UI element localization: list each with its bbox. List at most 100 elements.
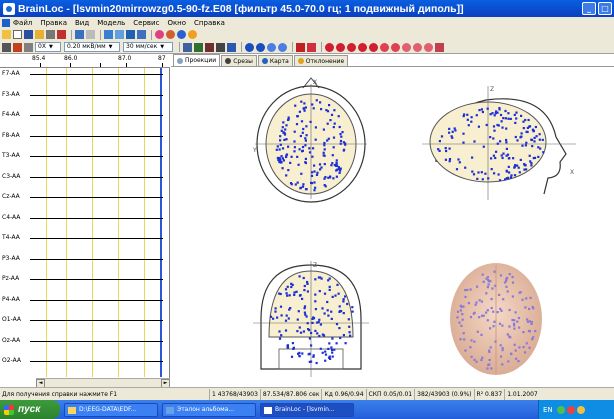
rewind-icon[interactable]: [245, 42, 254, 52]
taskbar-item-brainloc[interactable]: BrainLoc - [lsvmin...: [260, 402, 354, 417]
dipole-point: [337, 115, 340, 118]
window-icon[interactable]: [104, 30, 113, 39]
horizontal-scrollbar[interactable]: ◄ ►: [36, 378, 170, 388]
menu-model[interactable]: Модель: [97, 19, 125, 27]
zoom-out-icon[interactable]: [205, 42, 214, 52]
minimize-button[interactable]: _: [582, 2, 596, 15]
copy-icon[interactable]: [86, 30, 95, 39]
globe-icon[interactable]: [177, 30, 186, 39]
rotate-down-icon[interactable]: [358, 42, 367, 52]
print-preview-icon[interactable]: [75, 30, 84, 39]
language-indicator[interactable]: EN: [543, 406, 553, 414]
layout-icon[interactable]: [115, 30, 124, 39]
dipole-point: [306, 322, 309, 325]
zoom-icon[interactable]: [2, 42, 11, 52]
print-icon[interactable]: [46, 30, 55, 39]
dipole-point: [291, 342, 294, 345]
view-front-icon[interactable]: [380, 42, 389, 52]
maximize-button[interactable]: □: [598, 2, 612, 15]
dipole-point: [318, 163, 322, 166]
folder-icon[interactable]: [35, 30, 44, 39]
channel-row[interactable]: T3-AA: [0, 150, 170, 163]
dipole-point: [272, 317, 275, 320]
target-icon[interactable]: [188, 30, 197, 39]
menu-service[interactable]: Сервис: [133, 19, 159, 27]
marker-icon[interactable]: [296, 42, 305, 52]
tab-map[interactable]: Карта: [257, 55, 293, 66]
sort-icon[interactable]: [216, 42, 225, 52]
document-icon[interactable]: [2, 18, 10, 27]
antivirus-icon[interactable]: [566, 405, 575, 414]
coronal-projection-view[interactable]: Z: [251, 259, 371, 379]
brain-3d-view[interactable]: [446, 259, 546, 379]
save-icon[interactable]: [24, 30, 33, 39]
channel-row[interactable]: Cz-AA: [0, 191, 170, 204]
export-icon[interactable]: [57, 30, 66, 39]
channel-row[interactable]: P3-AA: [0, 253, 170, 266]
axial-projection-view[interactable]: X Y: [251, 74, 371, 204]
dipole-point: [348, 331, 351, 334]
view-top-icon[interactable]: [424, 42, 433, 52]
dipole-point: [336, 283, 339, 286]
view-back-icon[interactable]: [391, 42, 400, 52]
menu-edit[interactable]: Правка: [40, 19, 67, 27]
new-file-icon[interactable]: [13, 30, 22, 39]
menu-window[interactable]: Окно: [167, 19, 186, 27]
menu-file[interactable]: Файл: [13, 19, 32, 27]
speed-combo[interactable]: 30 мм/сек ▼: [123, 42, 173, 52]
network-icon[interactable]: [556, 405, 565, 414]
sensitivity-combo[interactable]: 0.20 мкВ/мм ▼: [64, 42, 120, 52]
dipole-point: [309, 120, 312, 123]
view-right-icon[interactable]: [413, 42, 422, 52]
dipole-icon[interactable]: [183, 42, 192, 52]
offset-combo[interactable]: 0X ▼: [35, 42, 61, 52]
channel-row[interactable]: C3-AA: [0, 171, 170, 184]
back-icon[interactable]: [256, 42, 265, 52]
tab-deviation[interactable]: Отклонение: [293, 55, 349, 66]
cursor-icon[interactable]: [307, 42, 316, 52]
channel-row[interactable]: T4-AA: [0, 232, 170, 245]
start-button[interactable]: пуск: [0, 400, 60, 419]
channel-row[interactable]: F4-AA: [0, 109, 170, 122]
open-folder-icon[interactable]: [2, 30, 11, 39]
grid-icon[interactable]: [126, 30, 135, 39]
channel-row[interactable]: Pz-AA: [0, 273, 170, 286]
tab-projections[interactable]: Проекции: [173, 54, 221, 66]
tab-slices[interactable]: Срезы: [221, 55, 257, 66]
channel-row[interactable]: F3-AA: [0, 89, 170, 102]
title-bar[interactable]: BrainLoc - [lsvmin20mirrowzg0.5-90-fz.E0…: [0, 0, 614, 17]
dipole-point: [319, 276, 322, 279]
taskbar-item-folder[interactable]: D:\EEG-DATA\EDF...: [64, 402, 158, 417]
sagittal-projection-view[interactable]: Z X: [416, 82, 586, 202]
menu-view[interactable]: Вид: [75, 19, 89, 27]
reset-view-icon[interactable]: [435, 42, 444, 52]
channel-row[interactable]: O2-AA: [0, 355, 170, 368]
channel-row[interactable]: F8-AA: [0, 130, 170, 143]
spin-icon[interactable]: [369, 42, 378, 52]
forward-icon[interactable]: [278, 42, 287, 52]
view-left-icon[interactable]: [402, 42, 411, 52]
dipole-point: [335, 162, 338, 165]
rotate-right-icon[interactable]: [336, 42, 345, 52]
filter-icon[interactable]: [227, 42, 236, 52]
volume-icon[interactable]: [576, 405, 585, 414]
eeg-trace-panel[interactable]: 85.4 86.0 87.0 87 F7-AA F3-AA F4-AA F8-AA T3…: [0, 54, 170, 388]
zoom-in-icon[interactable]: [194, 42, 203, 52]
channel-row[interactable]: C4-AA: [0, 212, 170, 225]
channel-row[interactable]: O1-AA: [0, 314, 170, 327]
taskbar-item-album[interactable]: Эталон альбома...: [162, 402, 256, 417]
key-icon[interactable]: [24, 42, 33, 52]
channel-row[interactable]: Oz-AA: [0, 335, 170, 348]
channel-row[interactable]: F7-AA: [0, 68, 170, 81]
dipole-point: [274, 310, 277, 313]
rotate-up-icon[interactable]: [347, 42, 356, 52]
play-icon[interactable]: [267, 42, 276, 52]
menu-help[interactable]: Справка: [194, 19, 225, 27]
head-icon[interactable]: [166, 30, 175, 39]
rotate-left-icon[interactable]: [325, 42, 334, 52]
channel-row[interactable]: P4-AA: [0, 294, 170, 307]
brain-icon[interactable]: [155, 30, 164, 39]
dipole-point: [509, 117, 512, 120]
person-icon[interactable]: [13, 42, 22, 52]
table-icon[interactable]: [137, 30, 146, 39]
